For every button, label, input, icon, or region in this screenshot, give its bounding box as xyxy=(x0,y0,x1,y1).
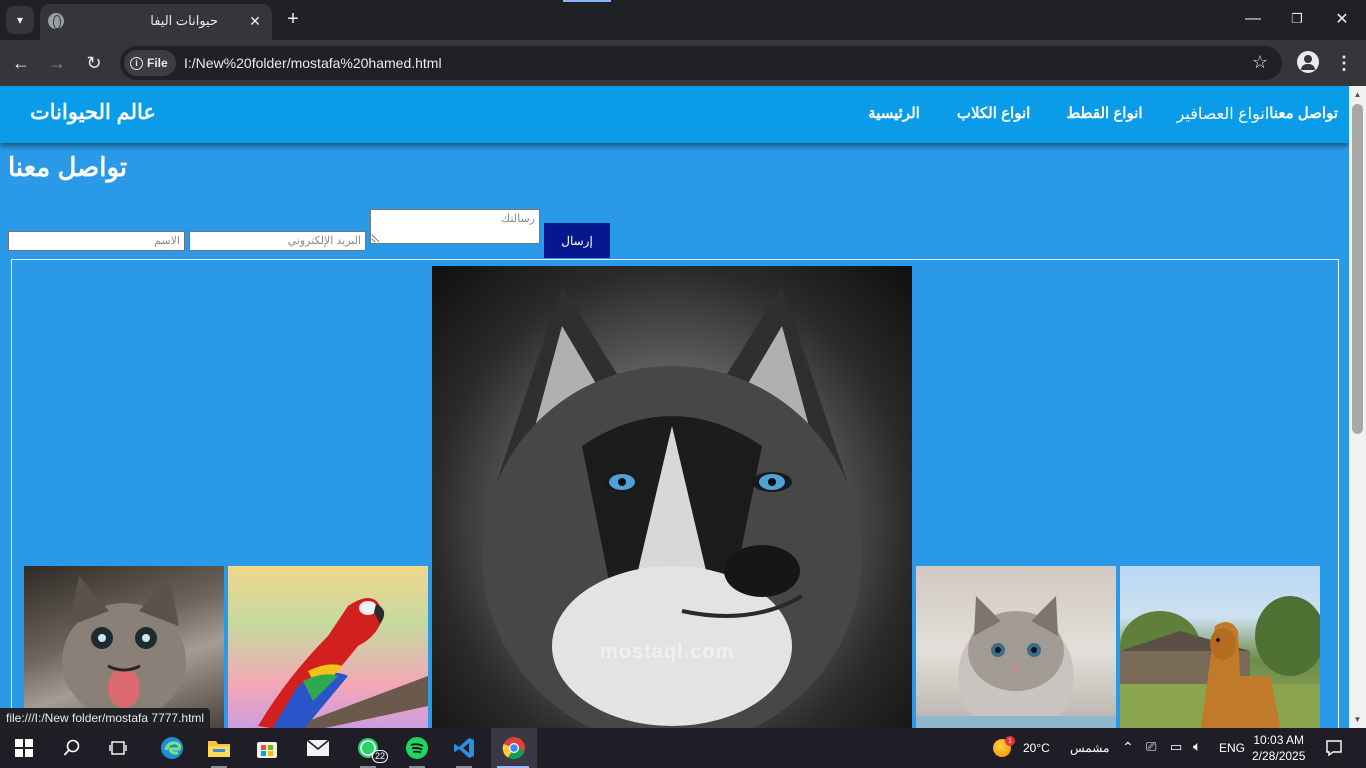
nav-cats[interactable]: انواع القطط xyxy=(1066,104,1142,124)
volume-icon[interactable]: 🔈︎ xyxy=(1193,738,1201,755)
folder-icon xyxy=(208,741,230,757)
taskbar-whatsapp[interactable]: 22 xyxy=(346,728,390,768)
weather-temp[interactable]: 20°C xyxy=(1023,741,1050,755)
chevron-down-icon: ▾ xyxy=(16,13,24,27)
vscode-icon xyxy=(454,738,474,758)
name-field[interactable] xyxy=(8,231,185,251)
taskbar-vscode[interactable] xyxy=(442,728,486,768)
more-menu-icon[interactable]: ⋮ xyxy=(1334,52,1354,74)
taskbar-edge[interactable] xyxy=(150,728,194,768)
browser-toolbar: ← → ↻ i File I:/New%20folder/mostafa%20h… xyxy=(0,40,1366,86)
clock-time: 10:03 AM xyxy=(1253,733,1305,747)
address-bar[interactable]: i File I:/New%20folder/mostafa%20hamed.h… xyxy=(120,46,1282,80)
site-logo[interactable]: عالم الحيوانات xyxy=(30,100,156,125)
start-button[interactable] xyxy=(2,728,46,768)
show-hidden-icons-icon[interactable]: ⌃ xyxy=(1122,739,1134,756)
language-indicator[interactable]: ENG xyxy=(1219,741,1245,755)
tab-drag-indicator xyxy=(563,0,611,2)
taskbar-spotify[interactable] xyxy=(395,728,439,768)
golden-retriever-photo xyxy=(1120,566,1320,736)
contact-title: تواصل معنا xyxy=(8,152,128,182)
whatsapp-badge: 22 xyxy=(371,750,388,763)
page-scrollbar[interactable]: ▲ ▼ xyxy=(1349,86,1366,728)
spotify-icon xyxy=(406,737,428,759)
active-tab[interactable]: حيوانات اليفا ✕ xyxy=(40,4,272,40)
taskbar-clock[interactable]: 10:03 AM 2/28/2025 xyxy=(1252,732,1305,764)
close-window-button[interactable]: ✕ xyxy=(1331,8,1353,30)
tab-strip: ▾ حيوانات اليفا ✕ + — ❐ ✕ xyxy=(0,0,1366,40)
taskbar-mail[interactable] xyxy=(296,728,340,768)
edge-icon xyxy=(161,737,183,759)
notification-center-button[interactable] xyxy=(1312,728,1356,768)
back-button[interactable]: ← xyxy=(10,52,32,74)
nav-contact[interactable]: تواصل معنا xyxy=(1269,104,1338,124)
site-info-chip[interactable]: i File xyxy=(124,50,176,76)
link-status-tooltip: file:///I:/New folder/mostafa 7777.html xyxy=(0,708,211,728)
notification-icon xyxy=(1326,740,1342,757)
site-header: عالم الحيوانات تواصل معنا انواع العصافير… xyxy=(0,86,1349,143)
parrot-photo xyxy=(228,566,428,736)
taskbar-file-explorer[interactable] xyxy=(197,728,241,768)
bookmark-star-icon[interactable]: ☆ xyxy=(1252,52,1268,73)
minimize-button[interactable]: — xyxy=(1242,8,1264,30)
new-tab-button[interactable]: + xyxy=(282,8,304,30)
close-tab-icon[interactable]: ✕ xyxy=(246,12,264,30)
task-view-button[interactable] xyxy=(96,728,140,768)
clock-date: 2/28/2025 xyxy=(1252,749,1306,763)
scroll-down-arrow-icon[interactable]: ▼ xyxy=(1349,711,1366,728)
nav-dogs[interactable]: انواع الكلاب xyxy=(957,104,1030,124)
battery-icon[interactable]: ▭ xyxy=(1170,739,1182,755)
scroll-thumb[interactable] xyxy=(1352,104,1363,434)
site-chip-label: File xyxy=(147,56,168,70)
profile-icon[interactable] xyxy=(1297,51,1319,73)
windows-logo-icon xyxy=(15,739,33,757)
info-icon: i xyxy=(130,56,143,70)
forward-button[interactable]: → xyxy=(46,52,68,74)
search-button[interactable] xyxy=(50,728,94,768)
windows-taskbar: 22 1 20°C مشمس ⌃ ⎚ ▭ 🔈︎ ENG 10:03 AM 2/2… xyxy=(0,728,1366,768)
store-icon xyxy=(257,742,277,758)
weather-alert-badge: 1 xyxy=(1005,736,1015,746)
weather-label[interactable]: مشمس xyxy=(1070,741,1109,755)
taskbar-chrome[interactable] xyxy=(491,728,537,768)
search-icon xyxy=(63,739,80,756)
globe-icon xyxy=(48,13,64,29)
watermark-text: mostaql.com xyxy=(600,641,735,663)
task-view-icon xyxy=(109,741,127,755)
taskbar-store[interactable] xyxy=(245,728,289,768)
kitten-photo-2 xyxy=(916,566,1116,736)
nav-home[interactable]: الرئيسية xyxy=(868,104,920,124)
scroll-up-arrow-icon[interactable]: ▲ xyxy=(1349,86,1366,103)
send-button[interactable]: إرسال xyxy=(544,223,610,258)
tab-title: حيوانات اليفا xyxy=(150,13,218,28)
reload-button[interactable]: ↻ xyxy=(83,52,105,74)
nav-birds[interactable]: انواع العصافير xyxy=(1177,104,1270,124)
mail-icon xyxy=(306,739,330,756)
chrome-icon xyxy=(502,737,525,760)
email-field[interactable] xyxy=(189,231,366,251)
message-field[interactable] xyxy=(370,209,540,244)
tab-search-button[interactable]: ▾ xyxy=(6,6,34,34)
url-text[interactable]: I:/New%20folder/mostafa%20hamed.html xyxy=(184,55,442,71)
restore-button[interactable]: ❐ xyxy=(1286,8,1308,30)
meet-now-icon[interactable]: ⎚ xyxy=(1146,739,1156,755)
main-nav: تواصل معنا انواع العصافير انواع القطط ان… xyxy=(831,104,1338,124)
